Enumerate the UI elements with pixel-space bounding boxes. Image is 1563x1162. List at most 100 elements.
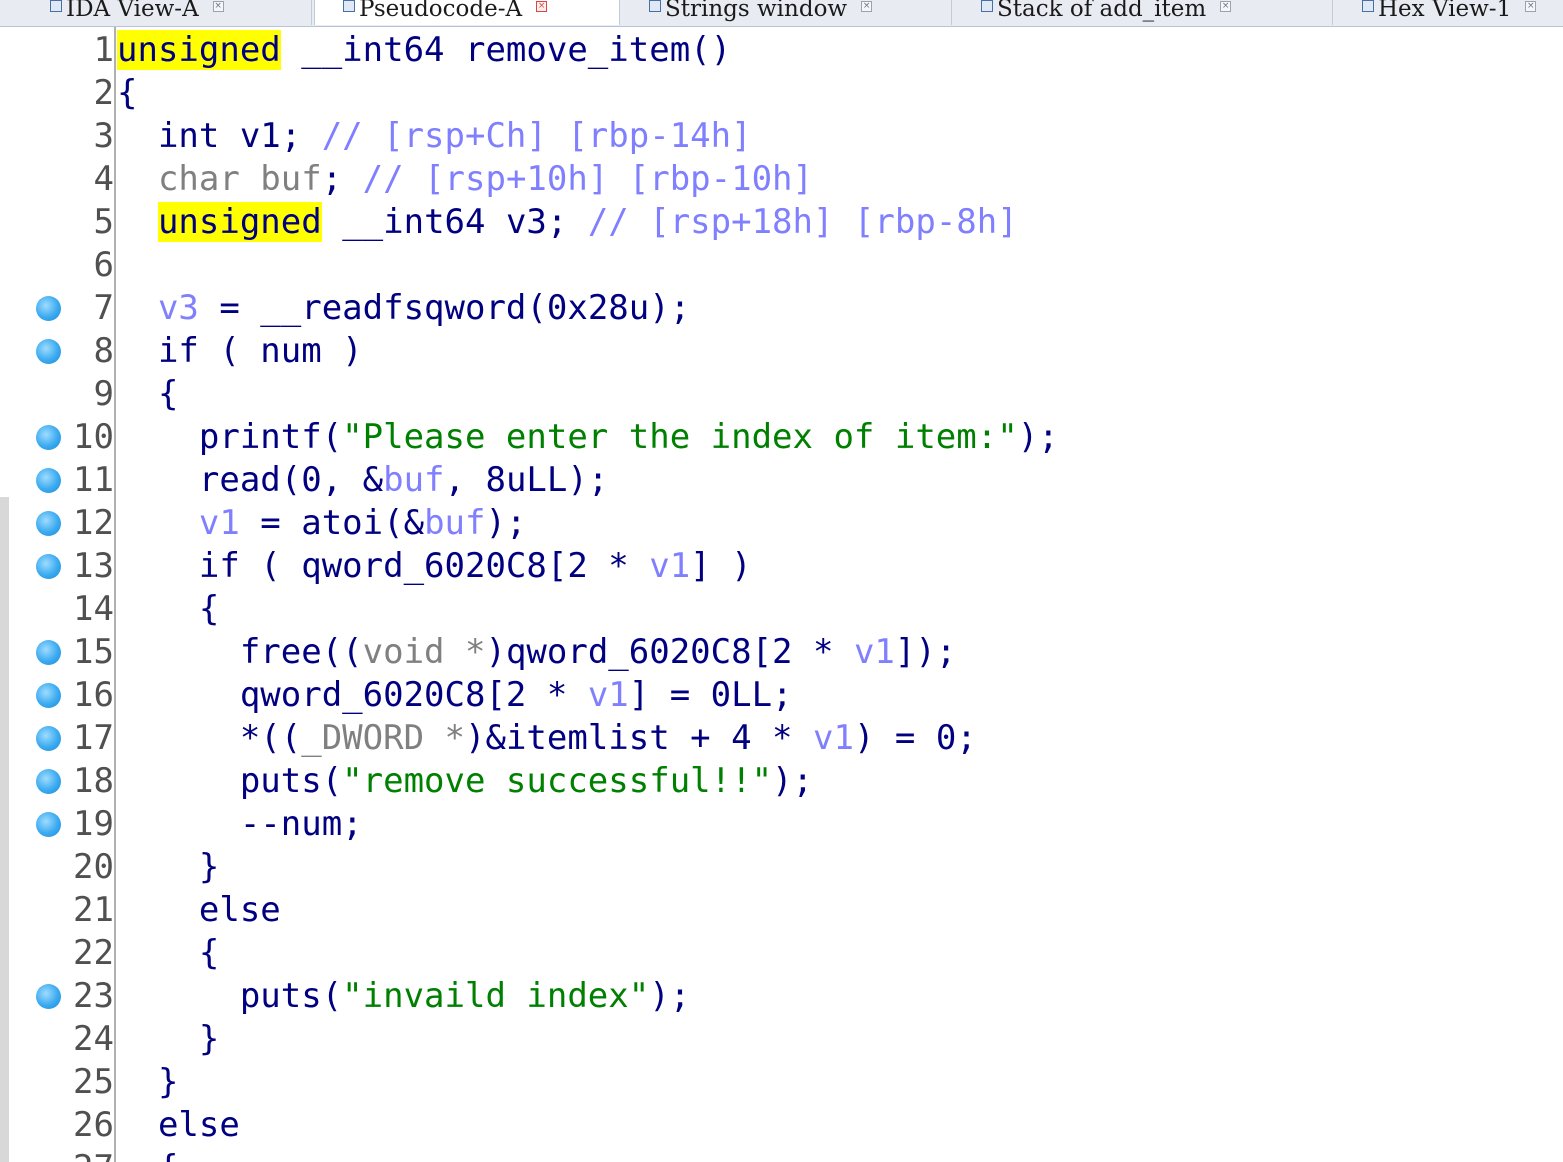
code-line[interactable]: 11 read(0, &buf, 8uLL);: [0, 459, 1563, 502]
line-number: 9: [93, 374, 114, 414]
code-line[interactable]: 7 v3 = __readfsqword(0x28u);: [0, 287, 1563, 330]
code-text: if ( qword_6020C8[2 * v1] ): [117, 545, 752, 588]
code-token: ) = 0;: [853, 718, 977, 758]
code-text: }: [117, 846, 219, 889]
code-token: puts(: [117, 761, 343, 801]
code-token: "remove successful!!": [342, 761, 773, 801]
breakpoint-dot-icon[interactable]: [36, 554, 61, 579]
code-line[interactable]: 4 char buf; // [rsp+10h] [rbp-10h]: [0, 158, 1563, 201]
code-line[interactable]: 9 {: [0, 373, 1563, 416]
code-line[interactable]: 13 if ( qword_6020C8[2 * v1] ): [0, 545, 1563, 588]
code-token: if ( qword_6020C8[2 *: [117, 546, 650, 586]
line-number: 16: [73, 675, 114, 715]
code-text: *((_DWORD *)&itemlist + 4 * v1) = 0;: [117, 717, 977, 760]
code-text: else: [117, 1104, 240, 1147]
code-line[interactable]: 20 }: [0, 846, 1563, 889]
code-token: }: [117, 1062, 179, 1102]
code-text: puts("invaild index");: [117, 975, 690, 1018]
code-token: {: [117, 374, 179, 414]
code-token: __int64 remove_item(): [280, 30, 732, 70]
code-token: {: [117, 1148, 178, 1162]
code-text: --num;: [117, 803, 363, 846]
breakpoint-dot-icon[interactable]: [36, 640, 61, 665]
code-line[interactable]: 12 v1 = atoi(&buf);: [0, 502, 1563, 545]
line-number: 24: [73, 1019, 114, 1059]
code-token: , 8uLL);: [444, 460, 609, 500]
tab-strings-window[interactable]: Strings window ×: [621, 0, 952, 25]
code-token: )qword_6020C8[2 *: [485, 632, 854, 672]
line-number: 15: [73, 632, 114, 672]
window-icon: [343, 0, 355, 12]
code-text: if ( num ): [117, 330, 363, 373]
code-text: {: [117, 373, 178, 416]
code-line[interactable]: 21 else: [0, 889, 1563, 932]
code-line[interactable]: 25 }: [0, 1061, 1563, 1104]
code-line[interactable]: 5 unsigned __int64 v3; // [rsp+18h] [rbp…: [0, 201, 1563, 244]
line-number: 27: [62, 1147, 114, 1162]
code-line[interactable]: 14 {: [0, 588, 1563, 631]
code-line[interactable]: 23 puts("invaild index");: [0, 975, 1563, 1018]
breakpoint-dot-icon[interactable]: [36, 683, 61, 708]
breakpoint-dot-icon[interactable]: [36, 339, 61, 364]
line-number: 26: [73, 1105, 114, 1145]
line-number: 22: [73, 933, 114, 973]
breakpoint-dot-icon[interactable]: [36, 296, 61, 321]
tab-stack-of-add-item[interactable]: Stack of add_item ×: [953, 0, 1333, 25]
code-text: free((void *)qword_6020C8[2 * v1]);: [117, 631, 957, 674]
code-line[interactable]: 10 printf("Please enter the index of ite…: [0, 416, 1563, 459]
code-line[interactable]: 3 int v1; // [rsp+Ch] [rbp-14h]: [0, 115, 1563, 158]
code-line[interactable]: 6: [0, 244, 1563, 287]
line-number: 4: [93, 159, 114, 199]
close-icon[interactable]: ×: [536, 1, 548, 12]
code-token: else: [117, 890, 281, 930]
code-text: read(0, &buf, 8uLL);: [117, 459, 608, 502]
close-icon[interactable]: ×: [861, 1, 873, 12]
code-token: buf: [424, 503, 486, 543]
breakpoint-dot-icon[interactable]: [36, 511, 61, 536]
tab-ida-view-a[interactable]: IDA View-A ×: [0, 0, 312, 25]
code-line[interactable]: 2{: [0, 72, 1563, 115]
code-line[interactable]: 24 }: [0, 1018, 1563, 1061]
close-icon[interactable]: ×: [1525, 1, 1537, 12]
code-token: v1: [587, 675, 629, 715]
pseudocode-editor[interactable]: 1 unsigned __int64 remove_item() 2{3 int v…: [0, 27, 1563, 1162]
line-number: 14: [73, 589, 114, 629]
code-line[interactable]: 16 qword_6020C8[2 * v1] = 0LL;: [0, 674, 1563, 717]
code-line[interactable]: 15 free((void *)qword_6020C8[2 * v1]);: [0, 631, 1563, 674]
close-icon[interactable]: ×: [1220, 1, 1232, 12]
code-token: ] = 0LL;: [628, 675, 793, 715]
close-icon[interactable]: ×: [212, 1, 224, 12]
code-text: }: [117, 1018, 219, 1061]
breakpoint-dot-icon[interactable]: [36, 769, 61, 794]
line-number: 25: [73, 1062, 114, 1102]
code-token: v1: [649, 546, 691, 586]
line-number: 2: [93, 73, 114, 113]
code-line[interactable]: 22 {: [0, 932, 1563, 975]
code-line[interactable]: 18 puts("remove successful!!");: [0, 760, 1563, 803]
breakpoint-dot-icon[interactable]: [36, 726, 61, 751]
code-line[interactable]: 26 else: [0, 1104, 1563, 1147]
code-text: unsigned __int64 v3; // [rsp+18h] [rbp-8…: [117, 201, 1018, 244]
breakpoint-dot-icon[interactable]: [36, 468, 61, 493]
line-number: 11: [73, 460, 114, 500]
code-token: ;: [321, 159, 363, 199]
code-token: v3: [117, 288, 199, 328]
code-line[interactable]: 27 {: [0, 1147, 1563, 1162]
breakpoint-dot-icon[interactable]: [36, 425, 61, 450]
code-token: )&itemlist + 4 *: [465, 718, 813, 758]
code-token: v1: [813, 718, 854, 758]
tab-hex-view-1[interactable]: Hex View-1 ×: [1334, 0, 1563, 25]
tab-bar: IDA View-A × Pseudocode-A × Strings window × S…: [0, 0, 1563, 27]
code-line[interactable]: 19 --num;: [0, 803, 1563, 846]
code-line[interactable]: 1 unsigned __int64 remove_item(): [0, 29, 1563, 72]
breakpoint-dot-icon[interactable]: [36, 812, 61, 837]
code-line[interactable]: 8 if ( num ): [0, 330, 1563, 373]
code-token: free((: [117, 632, 363, 672]
code-text: printf("Please enter the index of item:"…: [117, 416, 1059, 459]
tab-pseudocode-a[interactable]: Pseudocode-A ×: [314, 0, 620, 25]
code-line[interactable]: 17 *((_DWORD *)&itemlist + 4 * v1) = 0;: [0, 717, 1563, 760]
code-token: );: [649, 976, 691, 1016]
code-text: {: [117, 932, 219, 975]
breakpoint-dot-icon[interactable]: [36, 984, 61, 1009]
